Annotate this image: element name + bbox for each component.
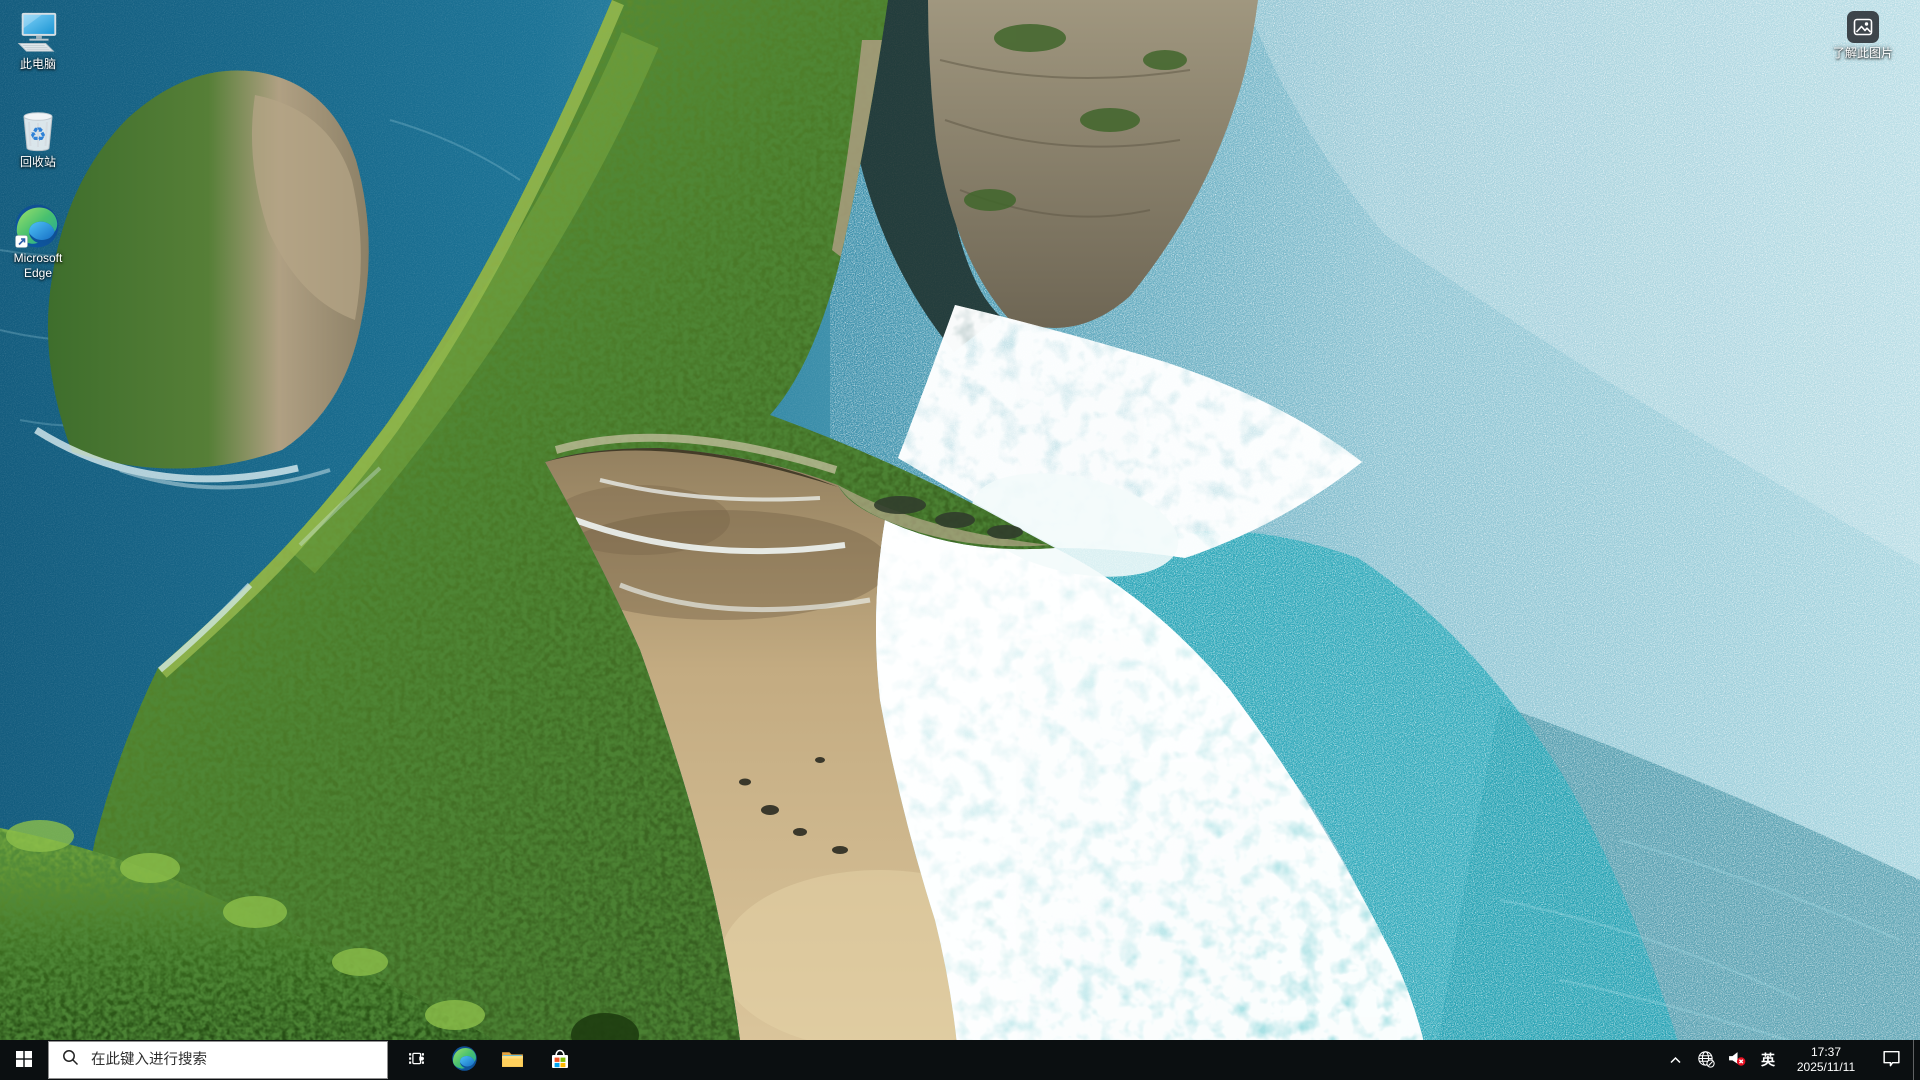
notification-bubble-icon (1881, 1048, 1902, 1072)
chevron-up-icon (1669, 1053, 1682, 1068)
desktop-icon-label: 此电脑 (19, 57, 56, 71)
ime-language-indicator[interactable]: 英 (1753, 1040, 1783, 1080)
taskbar-app-buttons (392, 1040, 584, 1080)
picture-icon (1847, 11, 1879, 43)
volume-button[interactable] (1721, 1040, 1753, 1080)
windows-logo-icon (16, 1050, 32, 1070)
globe-no-internet-icon (1697, 1050, 1715, 1071)
action-center-button[interactable] (1869, 1040, 1913, 1080)
speaker-muted-icon (1728, 1050, 1746, 1070)
task-view-icon (408, 1050, 425, 1070)
show-hidden-icons-button[interactable] (1659, 1040, 1691, 1080)
desktop-icon-recycle-bin[interactable]: ♻ 回收站 (0, 108, 84, 170)
network-status-button[interactable] (1691, 1040, 1721, 1080)
desktop: 此电脑 ♻ 回收站 Microsoft Edge 了解此图片 在此键入进行搜索 … (0, 0, 1920, 1080)
taskbar-search-box[interactable] (48, 1041, 388, 1079)
search-input[interactable] (89, 1051, 377, 1069)
desktop-icon-this-pc[interactable]: 此电脑 (0, 10, 84, 72)
recycle-bin-icon: ♻ (15, 108, 61, 152)
taskbar: 英 17:37 2025/11/11 (0, 1040, 1920, 1080)
store-bag-icon (548, 1047, 572, 1074)
desktop-icon-label: 回收站 (19, 155, 56, 169)
desktop-icon-label: Microsoft Edge (13, 251, 63, 280)
edge-taskbar-button[interactable] (440, 1040, 488, 1080)
file-explorer-button[interactable] (488, 1040, 536, 1080)
folder-icon (500, 1046, 525, 1074)
store-button[interactable] (536, 1040, 584, 1080)
search-icon (62, 1049, 79, 1071)
desktop-icon-microsoft-edge[interactable]: Microsoft Edge (0, 204, 84, 281)
svg-text:♻: ♻ (29, 124, 46, 146)
start-button[interactable] (0, 1040, 48, 1080)
spotlight-label: 了解此图片 (1832, 46, 1893, 60)
ime-label: 英 (1761, 1052, 1775, 1068)
computer-icon (15, 10, 61, 54)
system-tray: 英 17:37 2025/11/11 (1659, 1040, 1920, 1080)
taskbar-clock[interactable]: 17:37 2025/11/11 (1783, 1040, 1869, 1080)
task-view-button[interactable] (392, 1040, 440, 1080)
edge-logo-icon (15, 204, 61, 248)
clock-date: 2025/11/11 (1796, 1060, 1856, 1074)
edge-logo-icon (452, 1046, 477, 1074)
spotlight-learn-about-picture[interactable]: 了解此图片 (1817, 11, 1909, 61)
clock-time: 17:37 (1810, 1045, 1842, 1059)
show-desktop-button[interactable] (1913, 1040, 1920, 1080)
shortcut-arrow-icon (15, 235, 28, 248)
wallpaper-image (0, 0, 1920, 1080)
